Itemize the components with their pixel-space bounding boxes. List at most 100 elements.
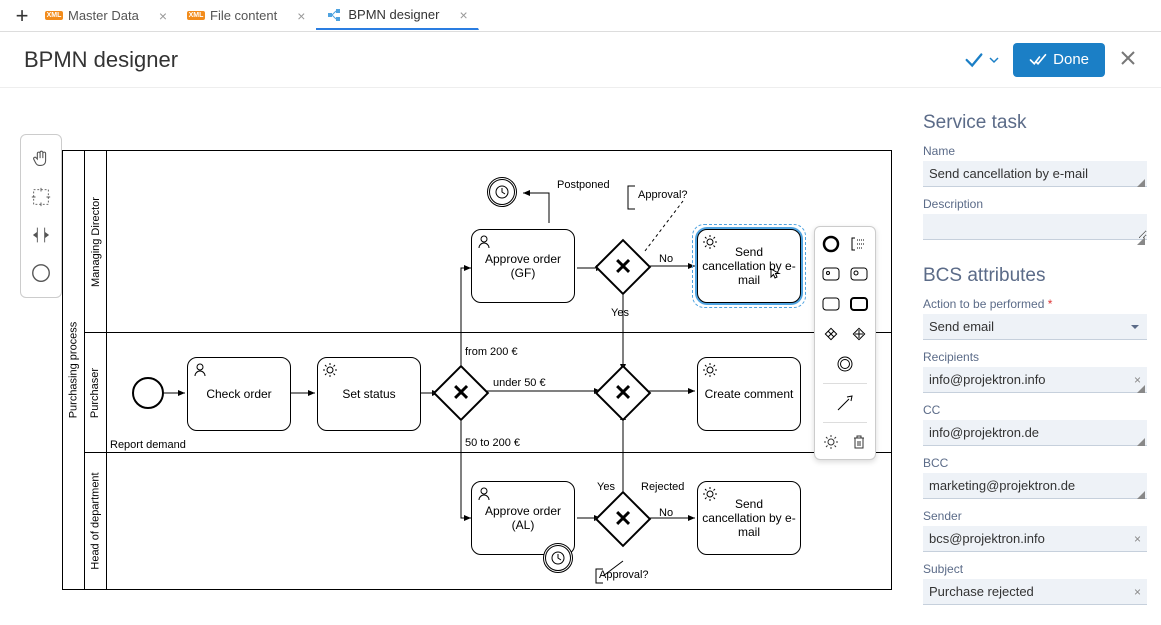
tab-label: BPMN designer (348, 7, 439, 22)
append-gateway-xor[interactable] (820, 323, 842, 345)
close-icon[interactable]: × (159, 8, 167, 24)
hand-tool[interactable] (25, 141, 57, 177)
timer-event-gf[interactable] (487, 177, 517, 207)
bcc-field[interactable] (923, 473, 1147, 499)
append-service-task[interactable] (848, 263, 870, 285)
annotation-approval-bottom: Approval? (599, 569, 649, 581)
label-from-200: from 200 € (465, 346, 518, 358)
cursor-icon (770, 268, 782, 280)
subject-field[interactable] (923, 579, 1147, 605)
action-select[interactable]: Send email (923, 314, 1147, 340)
task-set-status[interactable]: Set status (317, 357, 421, 431)
done-button[interactable]: Done (1013, 43, 1105, 77)
append-gateway-and[interactable] (848, 323, 870, 345)
diagram-icon (326, 7, 342, 23)
close-panel-button[interactable] (1119, 47, 1137, 73)
apply-dropdown[interactable] (963, 49, 999, 71)
label-under-50: under 50 € (493, 377, 546, 389)
gear-icon (322, 362, 338, 378)
clock-icon (550, 550, 566, 566)
append-user-task[interactable] (820, 263, 842, 285)
resize-handle-icon[interactable] (1137, 237, 1145, 245)
resize-handle-icon[interactable] (1137, 438, 1145, 446)
append-intermediate-event[interactable] (834, 353, 856, 375)
label-postponed: Postponed (557, 179, 610, 191)
lane-label: Managing Director (85, 151, 107, 332)
description-field[interactable] (923, 214, 1147, 240)
double-check-icon (1029, 51, 1047, 69)
task-send-cancel-bottom[interactable]: Send cancellation by e-mail (697, 481, 801, 555)
lasso-tool[interactable] (25, 179, 57, 215)
done-button-label: Done (1053, 51, 1089, 68)
create-start-event[interactable] (25, 255, 57, 291)
resize-handle-icon[interactable] (1137, 491, 1145, 499)
user-icon (476, 486, 492, 502)
name-label: Name (923, 144, 1147, 158)
tab-label: File content (210, 8, 277, 23)
close-icon[interactable]: × (459, 7, 467, 23)
context-pad (814, 226, 876, 460)
tab-bpmn-designer[interactable]: BPMN designer × (316, 2, 478, 30)
pool-label: Purchasing process (63, 151, 85, 589)
wrench-tool[interactable] (820, 431, 842, 453)
gear-icon (702, 234, 718, 250)
sender-label: Sender (923, 509, 1147, 523)
bpmn-pool[interactable]: Purchasing process Managing Director Pur… (62, 150, 892, 590)
clear-icon[interactable]: × (1134, 585, 1141, 599)
clear-icon[interactable]: × (1134, 532, 1141, 546)
close-icon[interactable]: × (297, 8, 305, 24)
xml-icon: XML (188, 8, 204, 24)
label-yes-mid: Yes (611, 307, 629, 319)
task-check-order[interactable]: Check order (187, 357, 291, 431)
lane-label: Head of department (85, 453, 107, 589)
tab-label: Master Data (68, 8, 139, 23)
append-task[interactable] (820, 293, 842, 315)
resize-handle-icon[interactable] (1137, 179, 1145, 187)
palette-toolbox (20, 134, 62, 298)
connect-tool[interactable] (834, 392, 856, 414)
xml-icon: XML (46, 8, 62, 24)
task-approve-gf[interactable]: Approve order (GF) (471, 229, 575, 303)
new-tab-button[interactable]: + (8, 2, 36, 30)
cc-field[interactable] (923, 420, 1147, 446)
recipients-field[interactable] (923, 367, 1147, 393)
user-icon (192, 362, 208, 378)
check-icon (963, 49, 985, 71)
label-yes-bottom: Yes (597, 481, 615, 493)
delete-tool[interactable] (848, 431, 870, 453)
gear-icon (702, 362, 718, 378)
append-annotation[interactable] (848, 233, 870, 255)
tab-bar: + XML Master Data × XML File content × B… (0, 0, 1161, 32)
label-no-bottom: No (659, 507, 673, 519)
append-end-event[interactable] (820, 233, 842, 255)
task-create-comment[interactable]: Create comment (697, 357, 801, 431)
gear-icon (702, 486, 718, 502)
resize-handle-icon[interactable] (1137, 385, 1145, 393)
recipients-label: Recipients (923, 350, 1147, 364)
page-header: BPMN designer Done (0, 32, 1161, 88)
action-label: Action to be performed * (923, 297, 1147, 311)
description-label: Description (923, 197, 1147, 211)
annotation-approval-top: Approval? (638, 189, 688, 201)
sender-field[interactable] (923, 526, 1147, 552)
change-type[interactable] (848, 293, 870, 315)
chevron-down-icon (989, 55, 999, 65)
clock-icon (494, 184, 510, 200)
user-icon (476, 234, 492, 250)
lane-label: Purchaser (85, 333, 107, 452)
bcc-label: BCC (923, 456, 1147, 470)
page-title: BPMN designer (24, 47, 178, 73)
start-event[interactable] (132, 377, 164, 409)
label-50-200: 50 to 200 € (465, 437, 520, 449)
label-no-top: No (659, 253, 673, 265)
tab-master-data[interactable]: XML Master Data × (36, 2, 178, 30)
space-tool[interactable] (25, 217, 57, 253)
start-event-label: Report demand (110, 439, 186, 451)
name-field[interactable] (923, 161, 1147, 187)
tab-file-content[interactable]: XML File content × (178, 2, 316, 30)
subject-label: Subject (923, 562, 1147, 576)
task-send-cancel-top[interactable]: Send cancellation by e-mail (697, 229, 801, 303)
properties-panel: Service task Name Description BCS attrib… (909, 100, 1161, 617)
section-title-task: Service task (923, 112, 1147, 134)
timer-event-al[interactable] (543, 543, 573, 573)
